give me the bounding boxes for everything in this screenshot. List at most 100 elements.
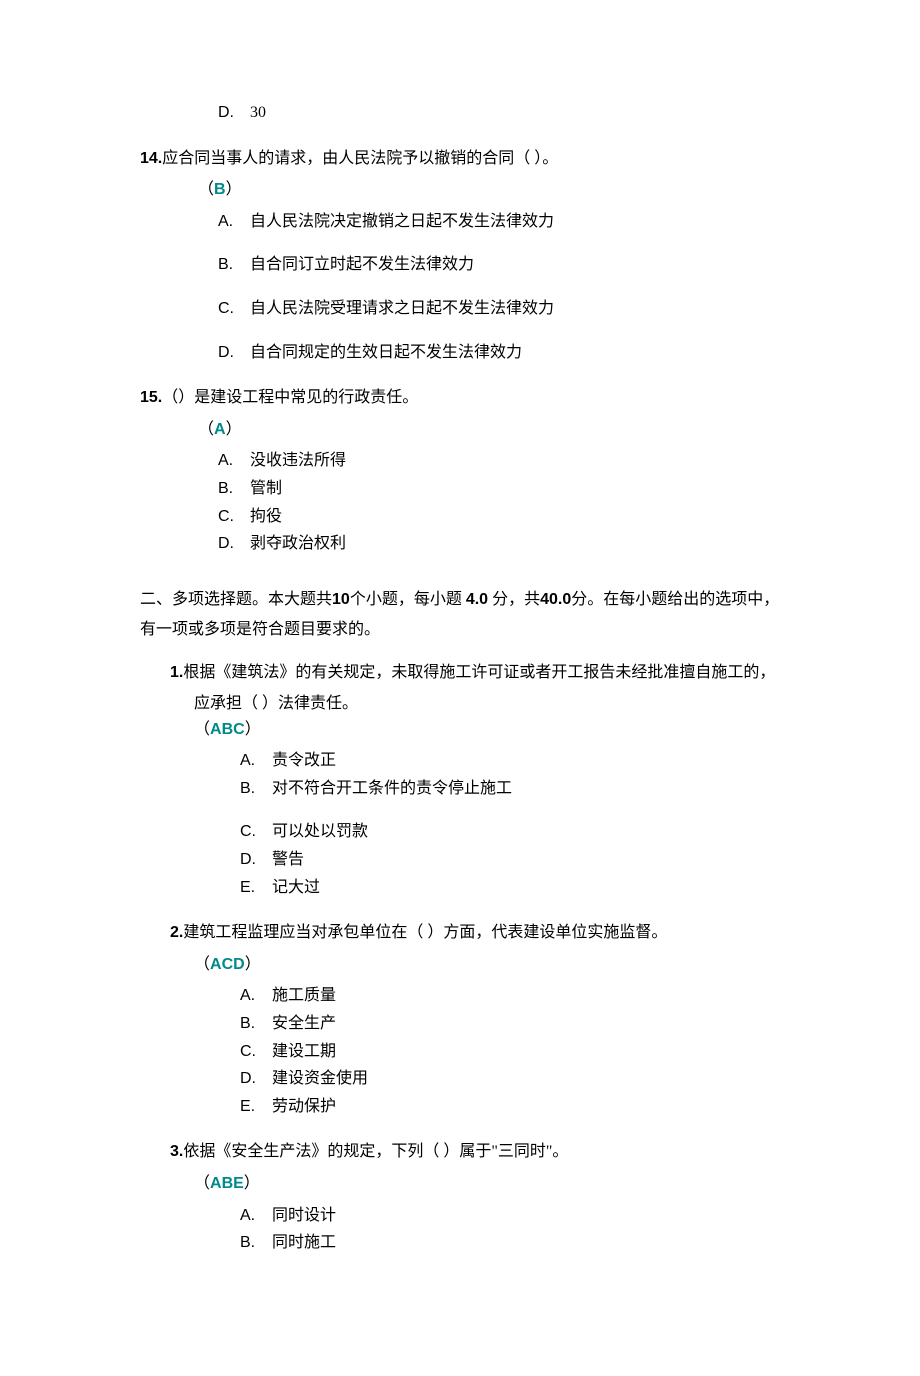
option-b: B. 安全生产 xyxy=(240,1011,780,1037)
sec-text-2: 个小题，每小题 xyxy=(350,591,466,608)
option-letter: D. xyxy=(240,847,272,873)
question-stem: 14.应合同当事人的请求，由人民法院予以撤销的合同（ ）。 xyxy=(140,146,780,172)
answer-value: B xyxy=(214,181,226,198)
question-15: 15.（）是建设工程中常见的行政责任。 （A） A. 没收违法所得 B. 管制 … xyxy=(140,385,780,557)
option-letter: B. xyxy=(240,776,272,802)
option-letter: B. xyxy=(218,476,250,502)
option-letter: E. xyxy=(240,1094,272,1120)
option-text: 剥夺政治权利 xyxy=(250,531,780,557)
answer-value: ABC xyxy=(210,721,245,738)
option-a: A. 责令改正 xyxy=(240,748,780,774)
stem-text: 应合同当事人的请求，由人民法院予以撤销的合同（ ）。 xyxy=(162,150,558,167)
option-text: 建设资金使用 xyxy=(272,1066,780,1092)
option-text: 警告 xyxy=(272,847,780,873)
multi-question-1: 1.根据《建筑法》的有关规定，未取得施工许可证或者开工报告未经批准擅自施工的， … xyxy=(140,660,780,901)
option-text: 自人民法院决定撤销之日起不发生法律效力 xyxy=(250,209,780,235)
sec-score-each: 4.0 xyxy=(466,591,488,608)
question-number: 2. xyxy=(170,924,183,941)
sec-score-total: 40.0 xyxy=(540,591,571,608)
option-letter: D. xyxy=(218,531,250,557)
sec-text-3: 分，共 xyxy=(488,591,540,608)
option-text: 可以处以罚款 xyxy=(272,819,780,845)
question-stem: 3.依据《安全生产法》的规定，下列（ ）属于"三同时"。 xyxy=(170,1139,780,1165)
q14-options: A. 自人民法院决定撤销之日起不发生法律效力 B. 自合同订立时起不发生法律效力… xyxy=(218,209,780,365)
option-letter: C. xyxy=(240,1039,272,1065)
option-text: 对不符合开工条件的责令停止施工 xyxy=(272,776,780,802)
option-e: E. 劳动保护 xyxy=(240,1094,780,1120)
option-letter: B. xyxy=(240,1230,272,1256)
answer-line: （B） xyxy=(140,177,780,203)
option-a: A. 同时设计 xyxy=(240,1203,780,1229)
question-stem: 2.建筑工程监理应当对承包单位在（ ）方面，代表建设单位实施监督。 xyxy=(170,920,780,946)
option-letter: A. xyxy=(218,209,250,235)
option-c: C. 拘役 xyxy=(218,504,780,530)
option-text: 劳动保护 xyxy=(272,1094,780,1120)
mq2-options: A. 施工质量 B. 安全生产 C. 建设工期 D. 建设资金使用 E. 劳动保… xyxy=(240,983,780,1119)
stem-text: 依据《安全生产法》的规定，下列（ ）属于"三同时"。 xyxy=(183,1143,568,1160)
option-text: 自人民法院受理请求之日起不发生法律效力 xyxy=(250,296,780,322)
option-b: B. 管制 xyxy=(218,476,780,502)
option-letter: A. xyxy=(218,448,250,474)
answer-value: ACD xyxy=(210,956,245,973)
question-number: 3. xyxy=(170,1143,183,1160)
option-letter: A. xyxy=(240,1203,272,1229)
option-text: 同时施工 xyxy=(272,1230,780,1256)
q15-options: A. 没收违法所得 B. 管制 C. 拘役 D. 剥夺政治权利 xyxy=(218,448,780,556)
option-c: C. 建设工期 xyxy=(240,1039,780,1065)
mq1-options: A. 责令改正 B. 对不符合开工条件的责令停止施工 C. 可以处以罚款 D. … xyxy=(240,748,780,900)
option-d: D. 30 xyxy=(218,100,780,126)
question-number: 1. xyxy=(170,664,183,681)
option-text: 管制 xyxy=(250,476,780,502)
stem-text: 根据《建筑法》的有关规定，未取得施工许可证或者开工报告未经批准擅自施工的， xyxy=(183,664,775,681)
q13-options: D. 30 xyxy=(218,100,780,126)
option-letter: C. xyxy=(218,504,250,530)
option-e: E. 记大过 xyxy=(240,875,780,901)
paren-open: （ xyxy=(198,181,214,198)
sec-text-1: 二、多项选择题。本大题共 xyxy=(140,591,332,608)
question-number: 15. xyxy=(140,389,162,406)
option-letter: A. xyxy=(240,748,272,774)
option-b: B. 自合同订立时起不发生法律效力 xyxy=(218,252,780,278)
paren-open: （ xyxy=(194,721,210,738)
option-d: D. 警告 xyxy=(240,847,780,873)
option-d: D. 剥夺政治权利 xyxy=(218,531,780,557)
paren-close: ） xyxy=(245,721,261,738)
answer-line: （ABC） xyxy=(170,717,780,743)
option-d: D. 建设资金使用 xyxy=(240,1066,780,1092)
question-13-partial: D. 30 xyxy=(140,100,780,126)
option-b: B. 同时施工 xyxy=(240,1230,780,1256)
option-letter: C. xyxy=(240,819,272,845)
option-letter: C. xyxy=(218,296,250,322)
option-text: 安全生产 xyxy=(272,1011,780,1037)
paren-close: ） xyxy=(226,421,242,438)
question-stem: 15.（）是建设工程中常见的行政责任。 xyxy=(140,385,780,411)
stem-text: 建筑工程监理应当对承包单位在（ ）方面，代表建设单位实施监督。 xyxy=(183,924,667,941)
option-letter: D. xyxy=(240,1066,272,1092)
option-letter: E. xyxy=(240,875,272,901)
option-text: 自合同规定的生效日起不发生法律效力 xyxy=(250,340,780,366)
multi-question-2: 2.建筑工程监理应当对承包单位在（ ）方面，代表建设单位实施监督。 （ACD） … xyxy=(140,920,780,1119)
option-text: 记大过 xyxy=(272,875,780,901)
section-2-questions: 1.根据《建筑法》的有关规定，未取得施工许可证或者开工报告未经批准擅自施工的， … xyxy=(140,660,780,1256)
paren-open: （ xyxy=(198,421,214,438)
option-text: 责令改正 xyxy=(272,748,780,774)
option-a: A. 自人民法院决定撤销之日起不发生法律效力 xyxy=(218,209,780,235)
paren-close: ） xyxy=(226,181,242,198)
option-letter: A. xyxy=(240,983,272,1009)
option-c: C. 自人民法院受理请求之日起不发生法律效力 xyxy=(218,296,780,322)
paren-open: （ xyxy=(194,956,210,973)
option-a: A. 施工质量 xyxy=(240,983,780,1009)
option-letter: B. xyxy=(240,1011,272,1037)
stem-continuation: 应承担（ ）法律责任。 xyxy=(170,691,780,717)
option-text: 同时设计 xyxy=(272,1203,780,1229)
option-text: 没收违法所得 xyxy=(250,448,780,474)
option-letter: B. xyxy=(218,252,250,278)
option-text: 自合同订立时起不发生法律效力 xyxy=(250,252,780,278)
option-text: 拘役 xyxy=(250,504,780,530)
answer-line: （ACD） xyxy=(170,952,780,978)
answer-line: （A） xyxy=(140,417,780,443)
mq3-options: A. 同时设计 B. 同时施工 xyxy=(240,1203,780,1256)
option-c: C. 可以处以罚款 xyxy=(240,819,780,845)
answer-value: A xyxy=(214,421,226,438)
question-14: 14.应合同当事人的请求，由人民法院予以撤销的合同（ ）。 （B） A. 自人民… xyxy=(140,146,780,366)
